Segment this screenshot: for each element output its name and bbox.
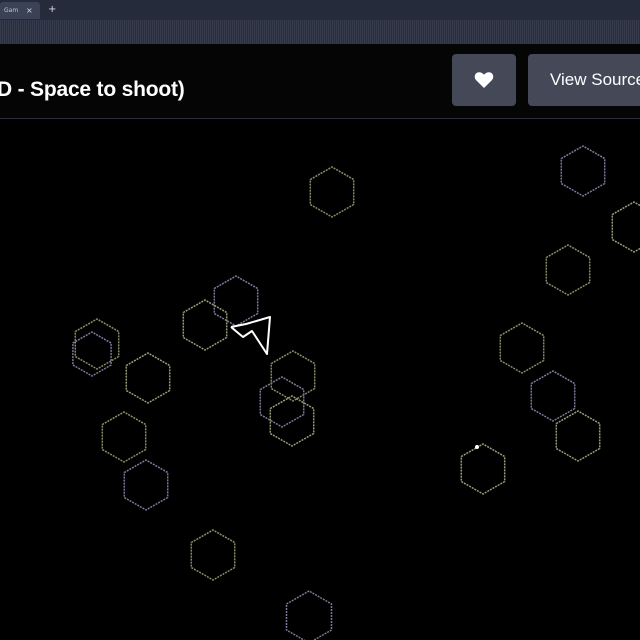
bullet [475,445,479,449]
favorite-button[interactable] [452,54,516,106]
heart-icon [474,72,494,88]
tab-strip: Gam × + [0,0,640,21]
close-icon[interactable]: × [26,2,33,19]
game-canvas[interactable] [0,119,640,640]
address-bar[interactable] [0,20,640,44]
browser-tab[interactable]: Gam × [0,2,40,19]
browser-tab-label: Gam [4,7,19,14]
new-tab-icon[interactable]: + [48,2,56,17]
game-background [0,119,640,640]
view-source-button[interactable]: View Source [528,54,640,106]
browser-chrome: Gam × + [0,0,640,44]
page-title: D - Space to shoot) [0,78,185,101]
